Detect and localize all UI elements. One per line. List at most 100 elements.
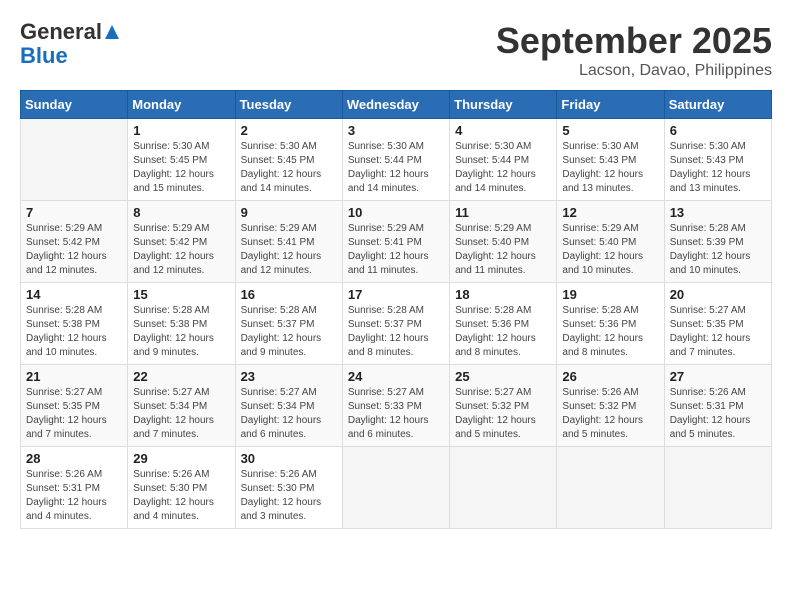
day-info: Sunrise: 5:30 AMSunset: 5:45 PMDaylight:… [241,140,337,196]
day-info: Sunrise: 5:26 AMSunset: 5:31 PMDaylight:… [26,468,122,524]
location-title: Lacson, Davao, Philippines [496,62,772,80]
calendar-cell: 27Sunrise: 5:26 AMSunset: 5:31 PMDayligh… [664,365,771,447]
day-number: 23 [241,369,337,384]
day-info: Sunrise: 5:30 AMSunset: 5:44 PMDaylight:… [348,140,444,196]
day-number: 8 [133,205,229,220]
logo-blue-text: Blue [20,44,68,68]
day-number: 5 [562,123,658,138]
calendar-cell: 28 Sunrise: 5:26 AMSunset: 5:31 PMDayligh… [21,447,128,529]
logo-general-text: General [20,20,102,44]
calendar-cell: 20 Sunrise: 5:27 AMSunset: 5:35 PMDayligh… [664,283,771,365]
day-number: 27 [670,369,766,384]
calendar-cell [450,447,557,529]
day-number: 4 [455,123,551,138]
day-info: Sunrise: 5:27 AMSunset: 5:34 PMDaylight:… [133,386,229,442]
calendar-cell: 9 Sunrise: 5:29 AMSunset: 5:41 PMDaylight… [235,201,342,283]
calendar-cell: 14Sunrise: 5:28 AMSunset: 5:38 PMDayligh… [21,283,128,365]
day-number: 14 [26,287,122,302]
day-number: 11 [455,205,551,220]
day-info: Sunrise: 5:27 AMSunset: 5:34 PMDaylight:… [241,386,337,442]
calendar-cell: 12 Sunrise: 5:29 AMSunset: 5:40 PMDayligh… [557,201,664,283]
calendar-cell: 6 Sunrise: 5:30 AMSunset: 5:43 PMDaylight… [664,119,771,201]
day-info: Sunrise: 5:27 AMSunset: 5:35 PMDaylight:… [670,304,766,360]
day-info: Sunrise: 5:29 AMSunset: 5:42 PMDaylight:… [133,222,229,278]
day-info: Sunrise: 5:26 AMSunset: 5:30 PMDaylight:… [241,468,337,524]
calendar-cell: 30Sunrise: 5:26 AMSunset: 5:30 PMDayligh… [235,447,342,529]
day-number: 25 [455,369,551,384]
calendar-cell: 25 Sunrise: 5:27 AMSunset: 5:32 PMDayligh… [450,365,557,447]
day-info: Sunrise: 5:29 AMSunset: 5:42 PMDaylight:… [26,222,122,278]
day-number: 6 [670,123,766,138]
day-number: 12 [562,205,658,220]
calendar-cell: 15 Sunrise: 5:28 AMSunset: 5:38 PMDayligh… [128,283,235,365]
day-number: 21 [26,369,122,384]
calendar-cell: 7 Sunrise: 5:29 AMSunset: 5:42 PMDaylight… [21,201,128,283]
day-number: 10 [348,205,444,220]
calendar-cell: 18 Sunrise: 5:28 AMSunset: 5:36 PMDayligh… [450,283,557,365]
calendar-week-2: 7 Sunrise: 5:29 AMSunset: 5:42 PMDaylight… [21,201,772,283]
calendar-cell: 22 Sunrise: 5:27 AMSunset: 5:34 PMDayligh… [128,365,235,447]
calendar-cell: 23 Sunrise: 5:27 AMSunset: 5:34 PMDayligh… [235,365,342,447]
day-info: Sunrise: 5:26 AMSunset: 5:30 PMDaylight:… [133,468,229,524]
day-number: 22 [133,369,229,384]
day-number: 1 [133,123,229,138]
day-number: 18 [455,287,551,302]
calendar-cell [21,119,128,201]
day-header-sunday: Sunday [21,91,128,119]
day-info: Sunrise: 5:28 AMSunset: 5:37 PMDaylight:… [241,304,337,360]
calendar-cell [557,447,664,529]
day-header-saturday: Saturday [664,91,771,119]
day-number: 15 [133,287,229,302]
day-number: 19 [562,287,658,302]
calendar-cell: 3 Sunrise: 5:30 AMSunset: 5:44 PMDaylight… [342,119,449,201]
day-number: 26 [562,369,658,384]
day-info: Sunrise: 5:28 AMSunset: 5:36 PMDaylight:… [455,304,551,360]
day-info: Sunrise: 5:30 AMSunset: 5:43 PMDaylight:… [562,140,658,196]
calendar-cell: 13Sunrise: 5:28 AMSunset: 5:39 PMDayligh… [664,201,771,283]
day-info: Sunrise: 5:28 AMSunset: 5:38 PMDaylight:… [133,304,229,360]
day-header-tuesday: Tuesday [235,91,342,119]
calendar-cell: 29Sunrise: 5:26 AMSunset: 5:30 PMDayligh… [128,447,235,529]
day-number: 20 [670,287,766,302]
day-info: Sunrise: 5:29 AMSunset: 5:40 PMDaylight:… [562,222,658,278]
calendar-week-5: 28 Sunrise: 5:26 AMSunset: 5:31 PMDayligh… [21,447,772,529]
day-header-wednesday: Wednesday [342,91,449,119]
day-info: Sunrise: 5:26 AMSunset: 5:32 PMDaylight:… [562,386,658,442]
day-info: Sunrise: 5:27 AMSunset: 5:35 PMDaylight:… [26,386,122,442]
day-info: Sunrise: 5:28 AMSunset: 5:37 PMDaylight:… [348,304,444,360]
calendar-cell: 10 Sunrise: 5:29 AMSunset: 5:41 PMDayligh… [342,201,449,283]
day-number: 13 [670,205,766,220]
day-info: Sunrise: 5:29 AMSunset: 5:40 PMDaylight:… [455,222,551,278]
calendar-header-row: SundayMondayTuesdayWednesdayThursdayFrid… [21,91,772,119]
day-number: 9 [241,205,337,220]
day-info: Sunrise: 5:30 AMSunset: 5:45 PMDaylight:… [133,140,229,196]
calendar-cell [342,447,449,529]
calendar-cell: 5 Sunrise: 5:30 AMSunset: 5:43 PMDaylight… [557,119,664,201]
day-info: Sunrise: 5:29 AMSunset: 5:41 PMDaylight:… [241,222,337,278]
day-header-monday: Monday [128,91,235,119]
day-info: Sunrise: 5:29 AMSunset: 5:41 PMDaylight:… [348,222,444,278]
logo-icon [103,23,121,41]
calendar-week-1: 1 Sunrise: 5:30 AMSunset: 5:45 PMDaylight… [21,119,772,201]
day-number: 24 [348,369,444,384]
calendar-cell: 24 Sunrise: 5:27 AMSunset: 5:33 PMDayligh… [342,365,449,447]
day-number: 2 [241,123,337,138]
calendar-cell: 19Sunrise: 5:28 AMSunset: 5:36 PMDayligh… [557,283,664,365]
day-number: 28 [26,451,122,466]
day-number: 3 [348,123,444,138]
calendar-week-3: 14 Sunrise: 5:28 AMSunset: 5:38 PMDayligh… [21,283,772,365]
day-info: Sunrise: 5:27 AMSunset: 5:32 PMDaylight:… [455,386,551,442]
day-info: Sunrise: 5:30 AMSunset: 5:44 PMDaylight:… [455,140,551,196]
calendar-cell: 26 Sunrise: 5:26 AMSunset: 5:32 PMDayligh… [557,365,664,447]
day-info: Sunrise: 5:27 AMSunset: 5:33 PMDaylight:… [348,386,444,442]
calendar-cell: 8 Sunrise: 5:29 AMSunset: 5:42 PMDaylight… [128,201,235,283]
calendar: SundayMondayTuesdayWednesdayThursdayFrid… [20,90,772,529]
calendar-cell: 11 Sunrise: 5:29 AMSunset: 5:40 PMDayligh… [450,201,557,283]
calendar-cell: 2 Sunrise: 5:30 AMSunset: 5:45 PMDaylight… [235,119,342,201]
day-number: 7 [26,205,122,220]
title-area: September 2025 Lacson, Davao, Philippine… [496,20,772,80]
header: General Blue September 2025 Lacson, Dava… [20,20,772,80]
day-info: Sunrise: 5:30 AMSunset: 5:43 PMDaylight:… [670,140,766,196]
calendar-cell: 17Sunrise: 5:28 AMSunset: 5:37 PMDayligh… [342,283,449,365]
calendar-cell: 21 Sunrise: 5:27 AMSunset: 5:35 PMDayligh… [21,365,128,447]
